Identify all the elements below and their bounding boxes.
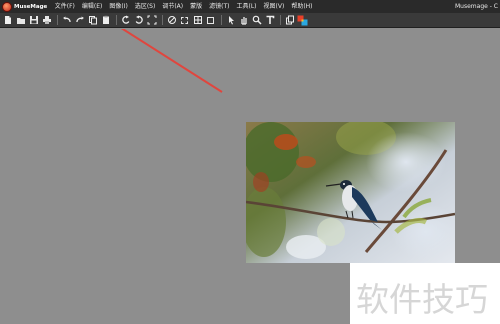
rotate-right-icon[interactable] [133,15,144,26]
redo-icon[interactable] [74,15,85,26]
toolbar-separator [116,15,117,25]
hummingbird-photo[interactable] [246,122,455,263]
print-icon[interactable] [41,15,52,26]
menu-view[interactable]: 视图(V) [260,0,288,13]
ellipse-select-icon[interactable] [166,15,177,26]
toolbar-separator [221,15,222,25]
save-icon[interactable] [28,15,39,26]
toolbar-separator [280,15,281,25]
pointer-icon[interactable] [225,15,236,26]
menu-filter[interactable]: 滤镜(T) [206,0,233,13]
open-icon[interactable] [15,15,26,26]
text-icon[interactable] [264,15,275,26]
layers-icon[interactable] [284,15,295,26]
toolbar [0,13,500,28]
crosshair-select-icon[interactable] [192,15,203,26]
undo-icon[interactable] [61,15,72,26]
app-window: MuseMage 文件(F) 编辑(E) 图像(I) 选区(S) 调节(A) 蒙… [0,0,500,324]
app-logo: MuseMage [0,0,51,13]
menu-bar: MuseMage 文件(F) 编辑(E) 图像(I) 选区(S) 调节(A) 蒙… [0,0,500,13]
toolbar-separator [162,15,163,25]
rect-select-icon[interactable] [179,15,190,26]
menu-edit[interactable]: 编辑(E) [78,0,105,13]
watermark-text: 软件技巧 [356,280,488,319]
menu-select[interactable]: 选区(S) [131,0,159,13]
fit-icon[interactable] [146,15,157,26]
dashed-select-icon[interactable] [205,15,216,26]
watermark-panel: 软件技巧 [350,263,500,324]
new-icon[interactable] [2,15,13,26]
copy-icon[interactable] [87,15,98,26]
menu-image[interactable]: 图像(I) [106,0,131,13]
hand-icon[interactable] [238,15,249,26]
zoom-icon[interactable] [251,15,262,26]
paste-icon[interactable] [100,15,111,26]
menu-help[interactable]: 帮助(H) [288,0,316,13]
menu-tools[interactable]: 工具(L) [233,0,260,13]
app-logo-icon [2,1,12,12]
rotate-left-icon[interactable] [120,15,131,26]
menu-file[interactable]: 文件(F) [51,0,78,13]
window-title: Musemage - C [455,3,498,10]
menu-mask[interactable]: 蒙版 [187,0,206,13]
app-logo-text: MuseMage [14,3,48,10]
toolbar-separator [57,15,58,25]
color-swatch-icon[interactable] [297,15,308,26]
menu-adjust[interactable]: 调节(A) [159,0,187,13]
